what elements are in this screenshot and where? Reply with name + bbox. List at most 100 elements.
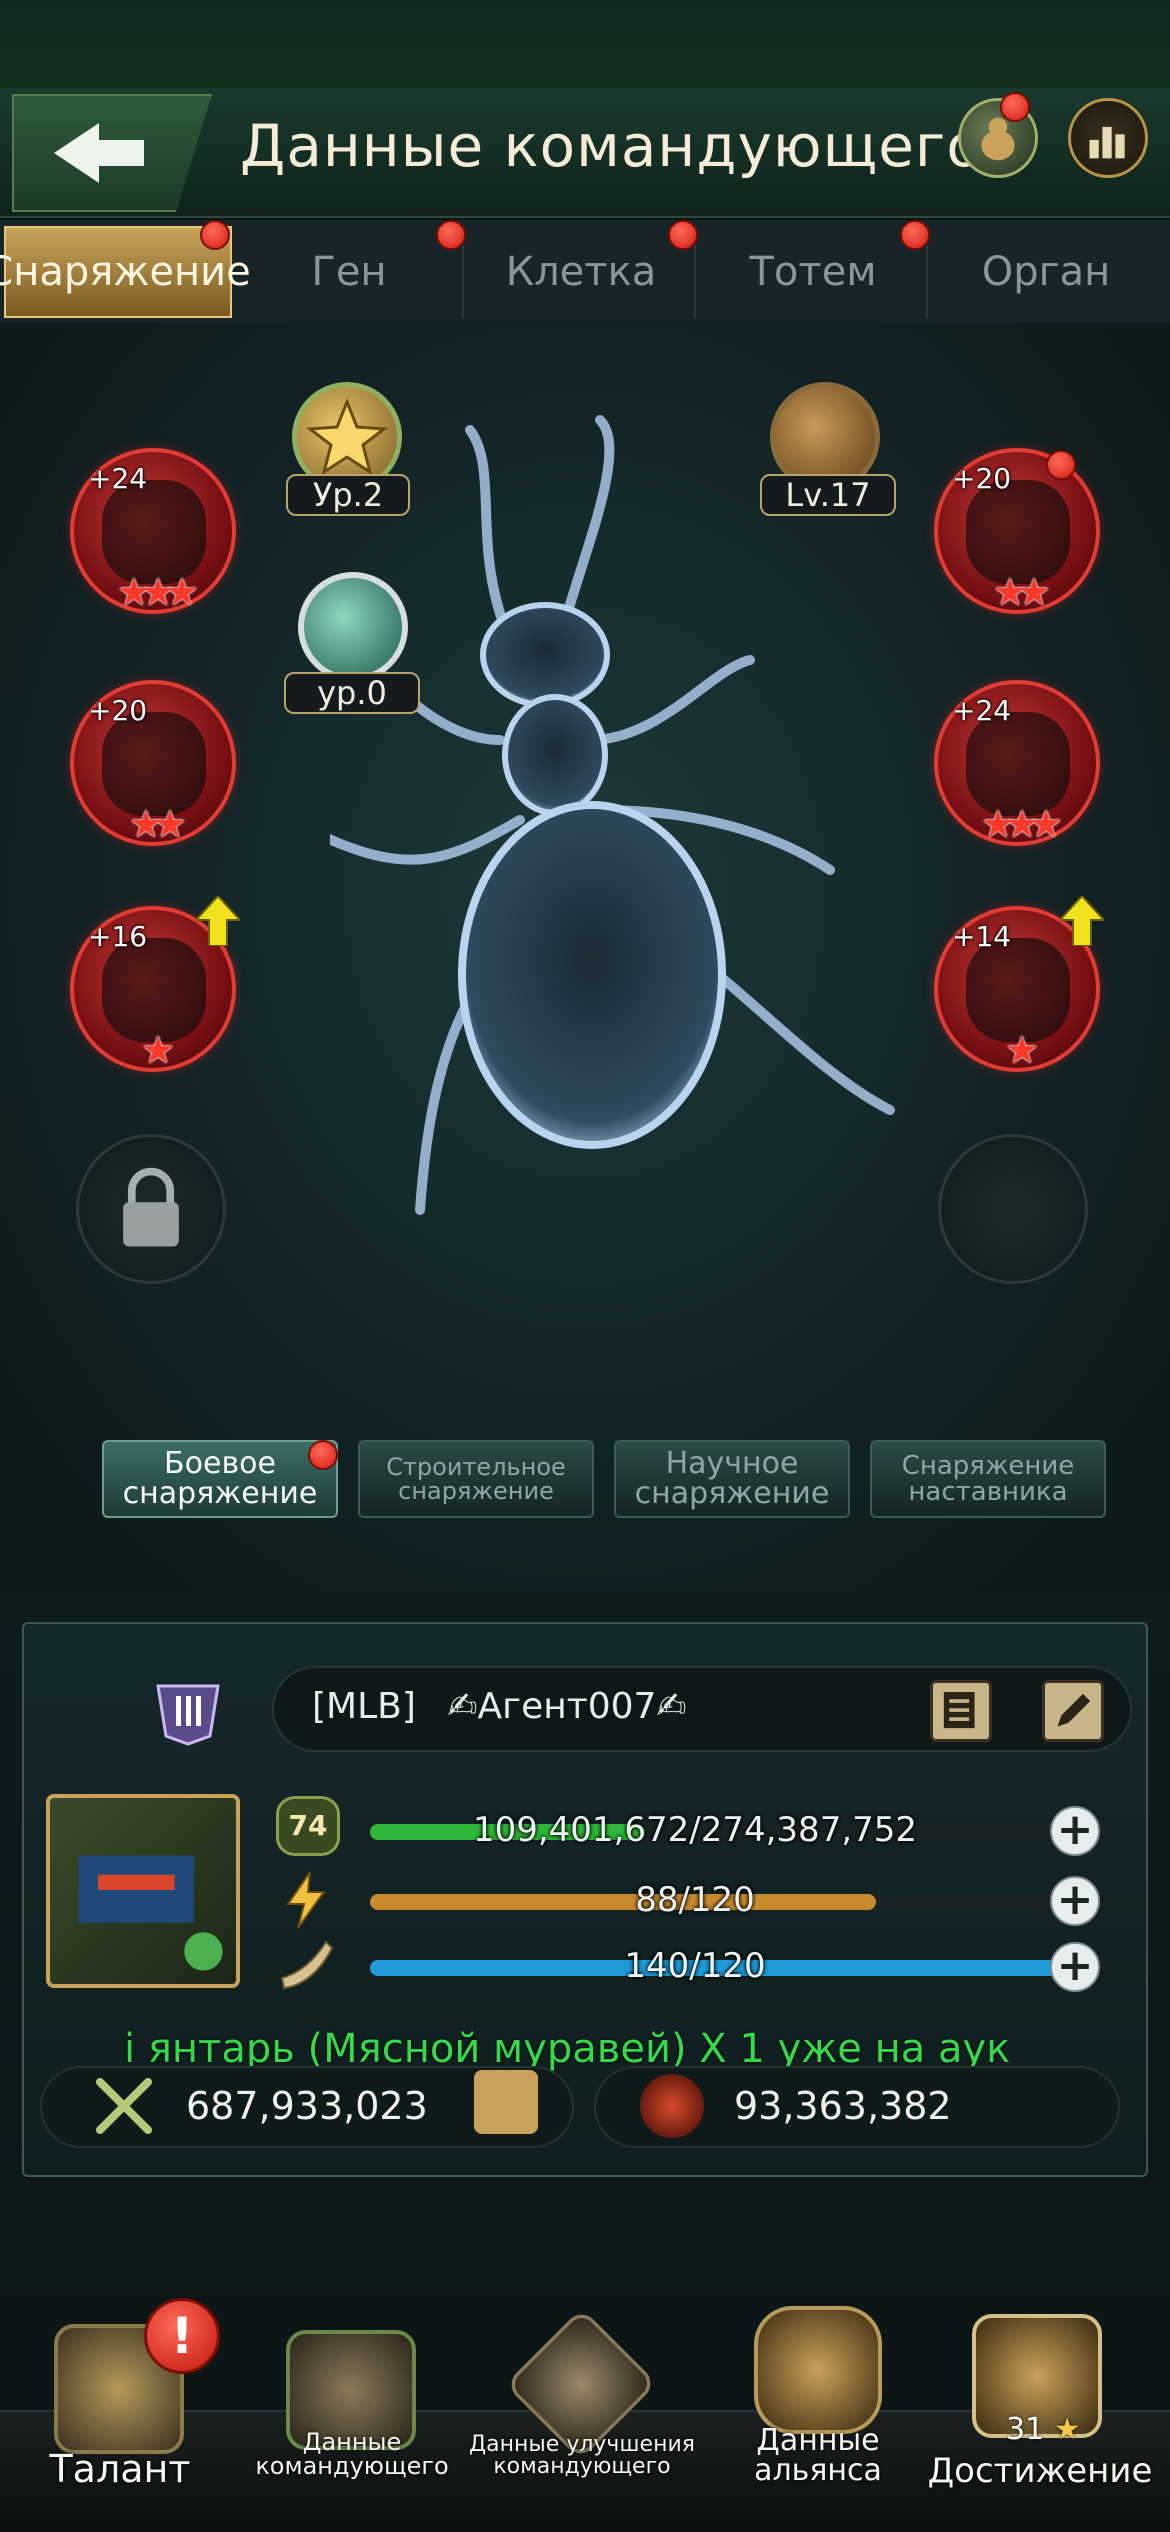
commander-avatar[interactable] [46, 1794, 240, 1988]
nav-upgrade-label: Данные улучшения командующего [468, 2432, 695, 2479]
gear-item-icon [102, 712, 206, 816]
gear-stars: ★ [140, 1028, 175, 1072]
star-level-tag: Ур.2 [286, 474, 410, 516]
notification-dot [200, 220, 230, 250]
gear-enhance-level: +20 [88, 694, 148, 727]
lightning-icon [286, 1871, 326, 1929]
page-title: Данные командующего [240, 112, 983, 180]
exp-value: 109,401,672/274,387,752 [472, 1810, 918, 1850]
alliance-icon [754, 2306, 882, 2434]
gear-stars: ★★★ [116, 570, 199, 614]
add-stamina-button[interactable]: + [1050, 1942, 1100, 1992]
mentor-gear-label-1: Снаряжение [901, 1451, 1075, 1481]
mentor-gear-button[interactable]: Снаряжение наставника [870, 1440, 1106, 1518]
notification-dot [668, 220, 698, 250]
notes-icon[interactable] [930, 1680, 992, 1742]
empty-gear-slot[interactable] [938, 1134, 1088, 1284]
gear-slot-right-2[interactable]: +24 ★★★ [934, 680, 1100, 846]
combat-gear-label-1: Боевое [164, 1446, 276, 1481]
gear-enhance-level: +24 [88, 462, 148, 495]
research-gear-button[interactable]: Научное снаряжение [614, 1440, 850, 1518]
combat-gear-button[interactable]: Боевое снаряжение [102, 1440, 338, 1518]
kills-value: 93,363,382 [734, 2084, 952, 2128]
nav-alliance-label: Данные альянса [754, 2423, 882, 2488]
tab-organ[interactable]: Орган [932, 226, 1160, 318]
combat-gear-label-2: снаряжение [122, 1476, 318, 1511]
gear-slot-left-3[interactable]: +16 ★ [70, 896, 240, 1072]
gear-item-icon [966, 480, 1070, 584]
gear-slot-right-3[interactable]: +14 ★ [934, 896, 1104, 1072]
nav-commander-data[interactable]: Данные командующего [242, 2300, 462, 2532]
rank-icon [156, 1684, 220, 1746]
upgrade-arrow-icon [1060, 896, 1104, 946]
gear-slot-left-1[interactable]: +24 ★★★ [70, 448, 236, 614]
gear-slot-left-2[interactable]: +20 ★★ [70, 680, 236, 846]
gear-enhance-level: +20 [952, 462, 1012, 495]
gear-stars: ★ [1004, 1028, 1039, 1072]
player-name: ✍Агент007✍ [447, 1686, 687, 1727]
star-icon: ★ [1053, 2412, 1081, 2447]
level-badge: 74 [276, 1796, 340, 1856]
gear-stars: ★★ [992, 570, 1051, 614]
add-exp-button[interactable]: + [1050, 1806, 1100, 1856]
construction-gear-label-2: снаряжение [398, 1477, 554, 1505]
bar-chart-icon[interactable] [1068, 98, 1148, 178]
gear-item-icon [102, 480, 206, 584]
notification-dot [308, 1440, 338, 1470]
avatar-illustration [78, 1855, 223, 1971]
gear-stars: ★★ [128, 802, 187, 846]
shield-level-tag: ур.0 [284, 672, 420, 714]
nav-achievement[interactable]: 31 ★ Достижение [928, 2300, 1152, 2532]
nav-achievement-label: Достижение [927, 2451, 1153, 2491]
gear-enhance-level: +16 [88, 920, 148, 953]
tab-cell[interactable]: Клетка [468, 226, 696, 318]
locked-gear-slot[interactable] [76, 1134, 226, 1284]
notification-dot [900, 220, 930, 250]
gear-item-icon [966, 938, 1070, 1042]
alert-icon: ! [144, 2298, 220, 2374]
nav-alliance-data[interactable]: Данные альянса [708, 2300, 928, 2532]
gear-stars: ★★★ [980, 802, 1063, 846]
gear-item-icon [102, 938, 206, 1042]
star-icon [305, 397, 389, 476]
gear-enhance-level: +24 [952, 694, 1012, 727]
research-gear-label-2: снаряжение [634, 1476, 830, 1511]
tab-totem[interactable]: Тотем [700, 226, 928, 318]
energy-value: 88/120 [635, 1880, 755, 1920]
notification-dot [1046, 450, 1076, 480]
top-backdrop [0, 0, 1170, 88]
upgrade-arrow-icon [196, 896, 240, 946]
notification-dot [1000, 92, 1030, 122]
back-button[interactable] [12, 94, 212, 212]
construction-gear-label-1: Строительное [386, 1453, 566, 1481]
horn-icon [280, 1940, 334, 1990]
alliance-tag: [MLB] [312, 1686, 416, 1727]
commander-name: [MLB] ✍Агент007✍ [312, 1686, 687, 1727]
notes-glyph-icon [943, 1692, 975, 1729]
kills-icon [640, 2074, 704, 2138]
notification-dot [436, 220, 466, 250]
gear-slot-right-1[interactable]: +20 ★★ [934, 448, 1100, 614]
back-arrow-icon [54, 123, 144, 183]
tab-equipment[interactable]: Снаряжение [0, 226, 251, 318]
scroll-timer-icon[interactable] [474, 2070, 538, 2134]
power-value: 687,933,023 [186, 2084, 428, 2128]
add-energy-button[interactable]: + [1050, 1876, 1100, 1926]
edit-icon[interactable] [1042, 1680, 1104, 1742]
ant-level-tag: Lv.17 [760, 474, 896, 516]
achievement-count-value: 31 [1006, 2412, 1045, 2447]
shield-medal-icon[interactable] [298, 572, 408, 682]
pencil-icon [1057, 1693, 1091, 1727]
construction-gear-button[interactable]: Строительное снаряжение [358, 1440, 594, 1518]
bar-chart-glyph-icon [1089, 126, 1125, 159]
nav-upgrade-data[interactable]: Данные улучшения командующего [469, 2300, 695, 2532]
stamina-value: 140/120 [624, 1946, 766, 1986]
crossed-swords-icon [96, 2078, 152, 2134]
lock-icon [123, 1167, 179, 1247]
achievement-count: 31 ★ [1006, 2412, 1081, 2447]
nav-talent-label: Талант [49, 2447, 191, 2491]
mentor-gear-label-2: наставника [908, 1477, 1068, 1507]
nav-commander-label: Данные командующего [255, 2428, 449, 2480]
gear-item-icon [966, 712, 1070, 816]
tab-gene[interactable]: Ген [236, 226, 464, 318]
